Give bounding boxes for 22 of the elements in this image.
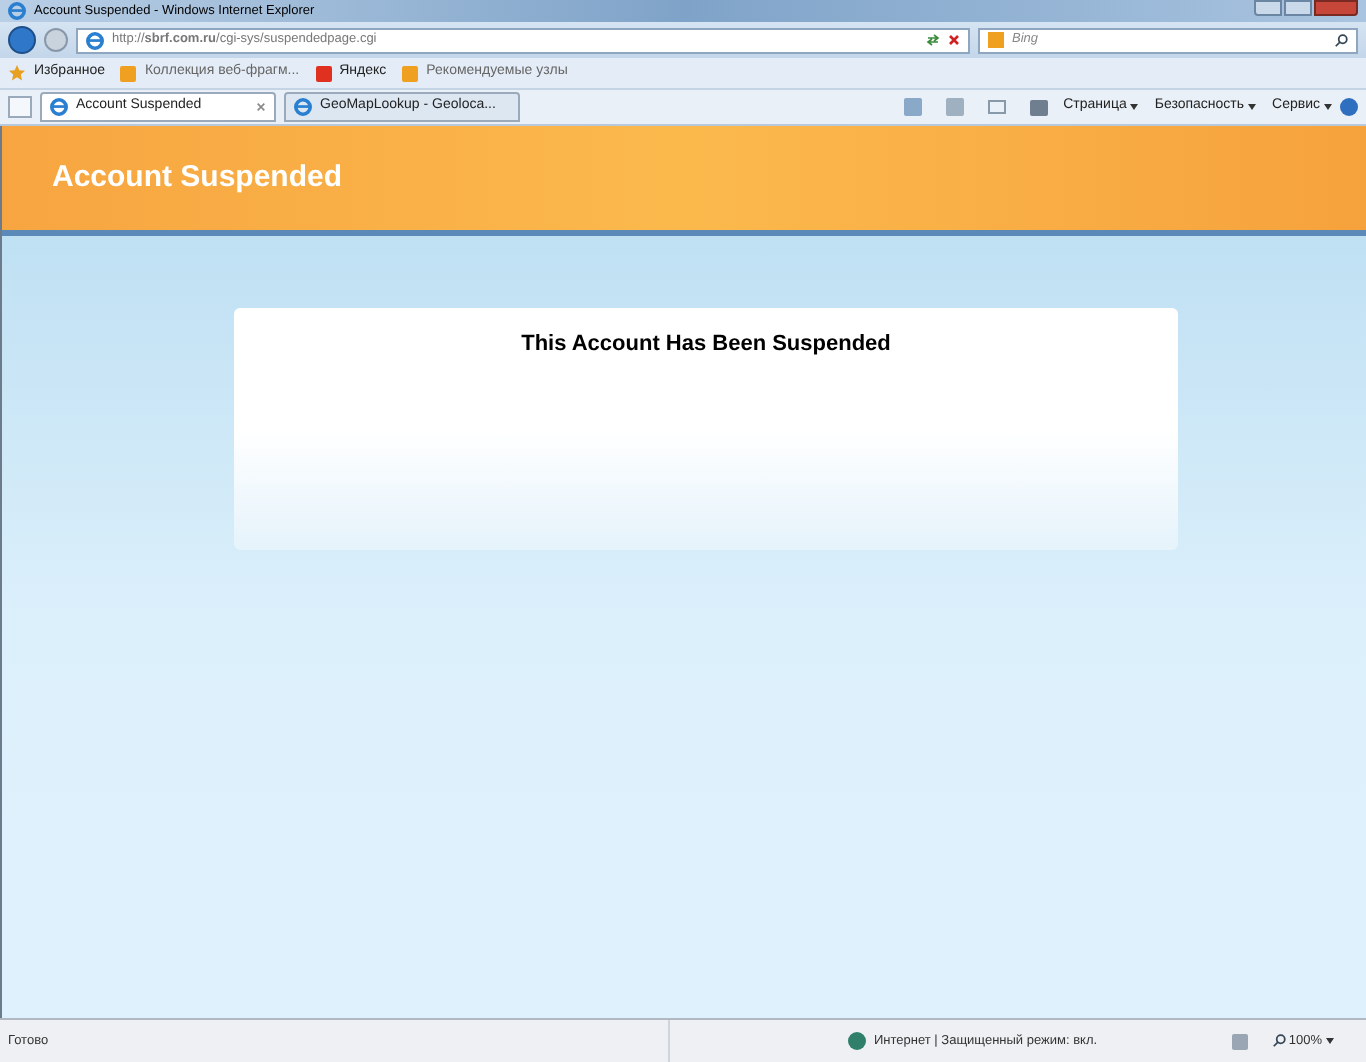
caret-icon [1130, 104, 1139, 110]
caret-icon [1324, 104, 1332, 110]
back-button[interactable] [8, 26, 36, 54]
search-icon[interactable] [1334, 33, 1348, 47]
suspended-heading: This Account Has Been Suspended [521, 330, 891, 360]
minimize-button[interactable] [1254, 0, 1282, 16]
zoom-icon [1272, 1034, 1287, 1048]
refresh-icon[interactable] [926, 34, 940, 46]
banner-title: Account Suspended [52, 157, 343, 198]
close-button[interactable] [1314, 0, 1358, 16]
stop-icon[interactable] [948, 34, 960, 46]
page-icon [86, 31, 104, 49]
tab-grid-button[interactable] [8, 96, 32, 118]
star-icon [8, 64, 26, 82]
tab-icon [50, 98, 68, 116]
caret-icon [1248, 104, 1257, 110]
browser-icon [8, 2, 26, 20]
close-tab-icon[interactable] [256, 102, 266, 112]
caret-icon [1326, 1038, 1334, 1044]
forward-button[interactable] [44, 28, 68, 52]
tab-icon [294, 98, 312, 116]
maximize-button[interactable] [1284, 0, 1312, 16]
